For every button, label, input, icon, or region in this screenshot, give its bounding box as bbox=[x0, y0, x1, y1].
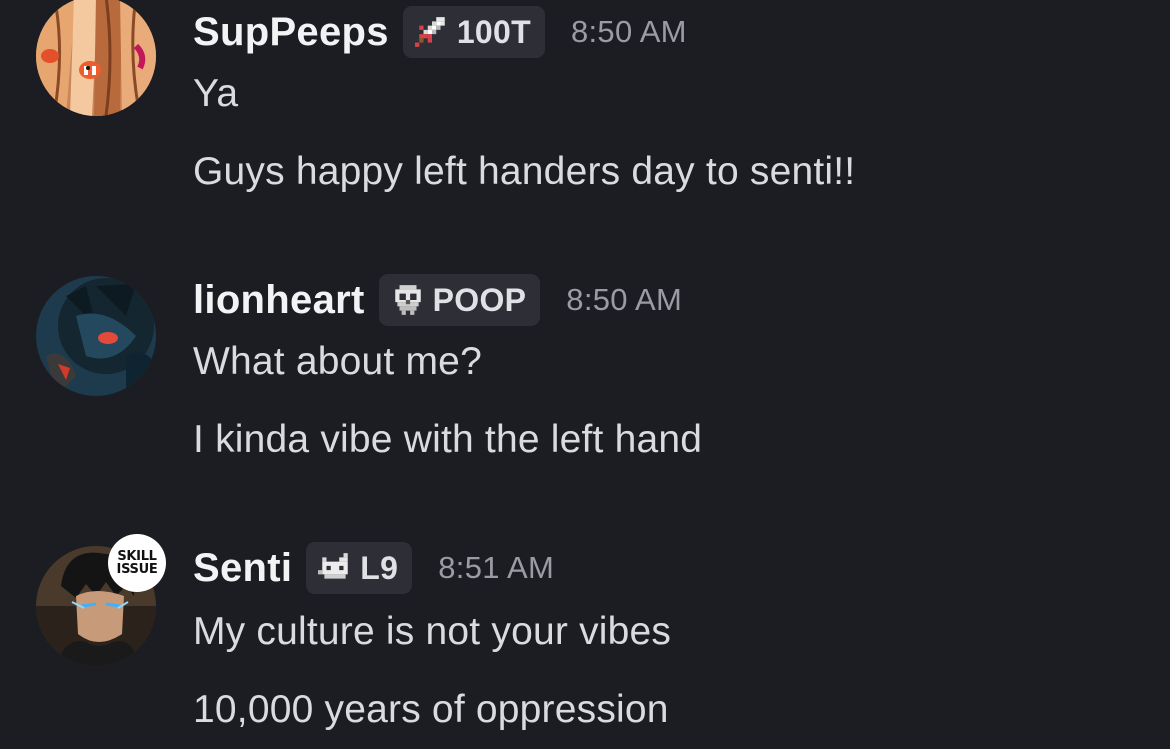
message-line: My culture is not your vibes bbox=[193, 610, 672, 653]
timestamp: 8:51 AM bbox=[438, 550, 555, 585]
avatar-decoration: SKILL ISSUE bbox=[108, 534, 166, 592]
decoration-text: ISSUE bbox=[116, 562, 158, 577]
message-line: 10,000 years of oppression bbox=[193, 688, 669, 731]
message-header: Senti L9 8:51 AM bbox=[193, 540, 554, 596]
guild-tag[interactable]: L9 bbox=[306, 542, 413, 594]
message-group-senti: SKILL ISSUE Senti L9 8:51 AM My culture … bbox=[0, 0, 1170, 749]
username[interactable]: Senti bbox=[193, 546, 292, 591]
cat-icon bbox=[316, 549, 354, 587]
guild-tag-text: L9 bbox=[360, 549, 399, 586]
